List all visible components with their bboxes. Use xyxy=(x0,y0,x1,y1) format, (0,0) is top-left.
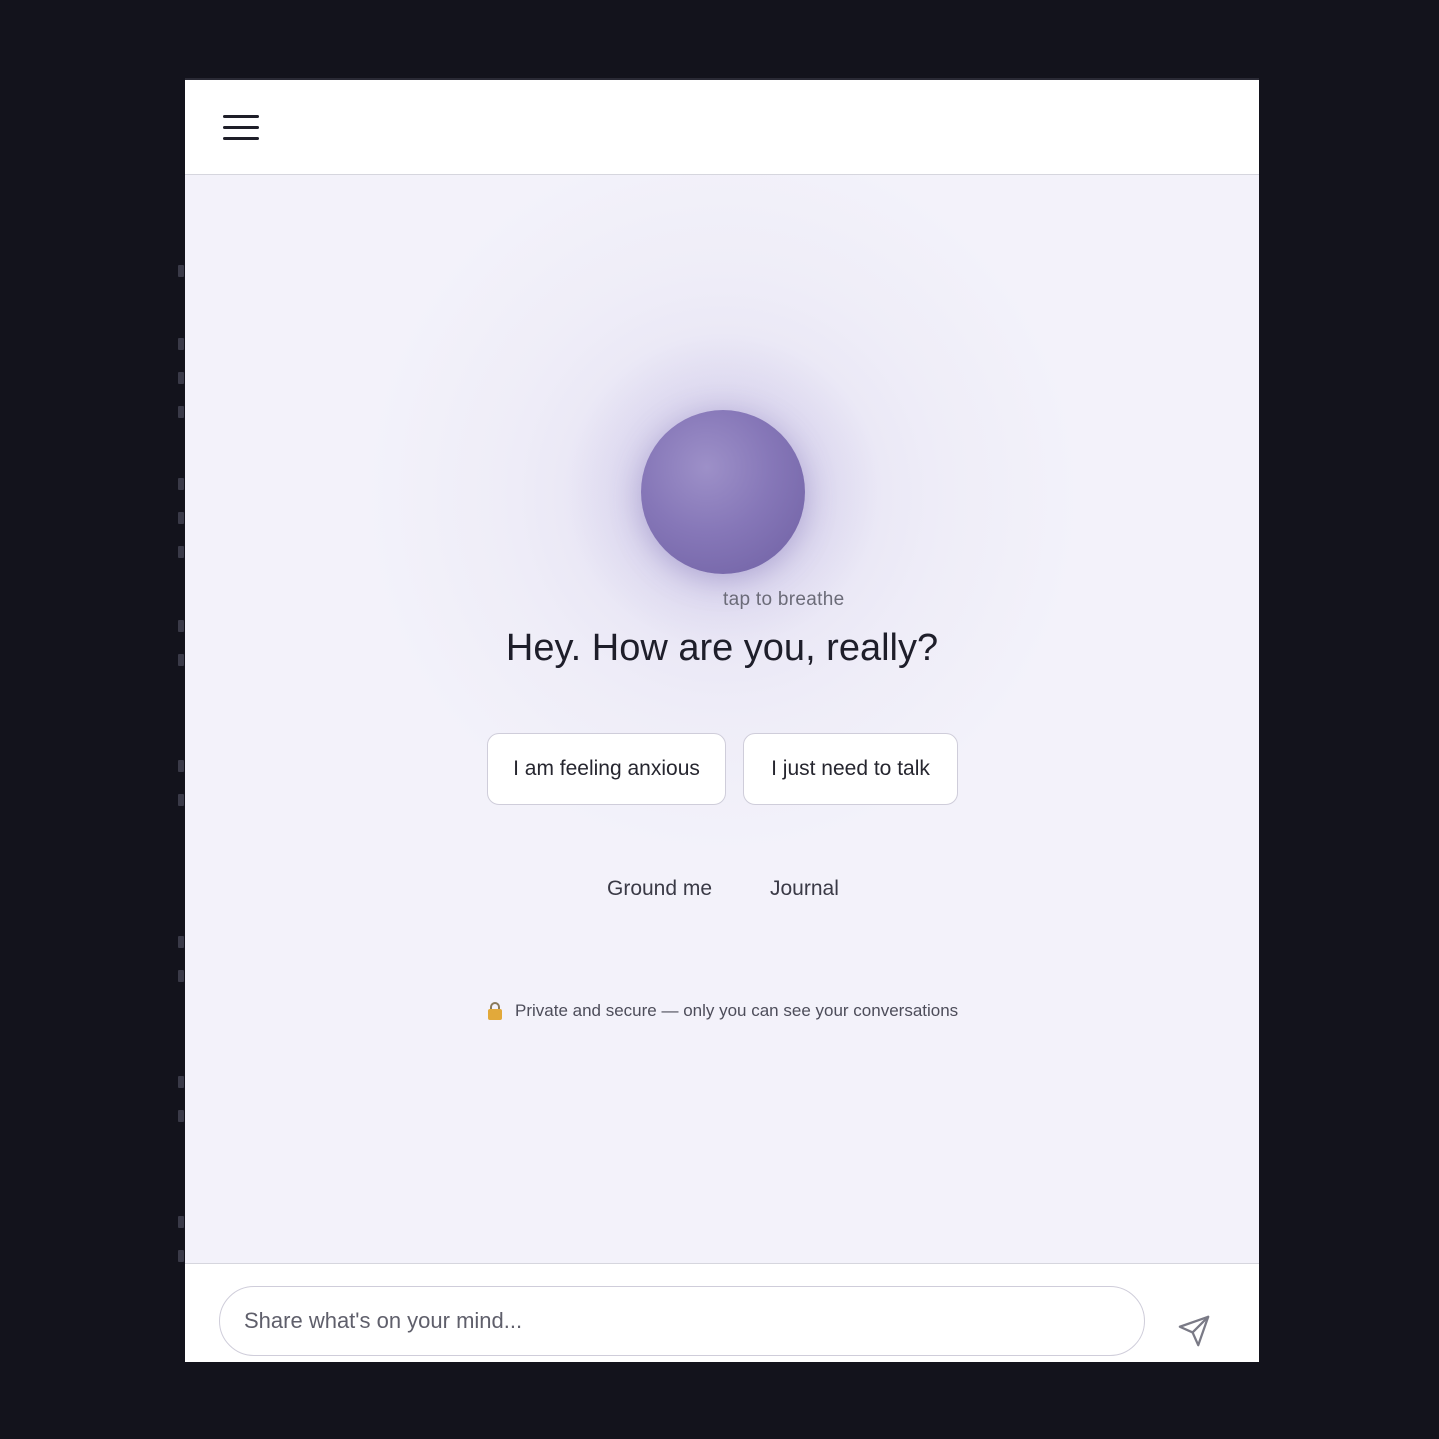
message-input[interactable] xyxy=(220,1287,1144,1355)
lock-icon xyxy=(487,1002,503,1020)
ground-me-link[interactable]: Ground me xyxy=(607,877,712,901)
message-composer xyxy=(185,1263,1259,1362)
send-icon[interactable] xyxy=(1177,1314,1213,1350)
welcome-panel: tap to breathe Hey. How are you, really?… xyxy=(185,175,1259,1263)
journal-link[interactable]: Journal xyxy=(770,877,839,901)
privacy-note-text: Private and secure — only you can see yo… xyxy=(515,1001,959,1020)
privacy-note: Private and secure — only you can see yo… xyxy=(487,1001,958,1021)
quick-reply-anxious-button[interactable]: I am feeling anxious xyxy=(487,733,726,805)
hamburger-menu-icon[interactable] xyxy=(223,113,261,143)
top-bar xyxy=(185,80,1259,175)
app-window: tap to breathe Hey. How are you, really?… xyxy=(185,78,1259,1362)
orb-hint: tap to breathe xyxy=(723,589,845,610)
screen: tap to breathe Hey. How are you, really?… xyxy=(0,0,1439,1439)
message-input-wrapper xyxy=(219,1286,1145,1356)
breathing-orb[interactable] xyxy=(641,410,805,574)
quick-reply-talk-button[interactable]: I just need to talk xyxy=(743,733,958,805)
page-title: Hey. How are you, really? xyxy=(505,627,939,669)
